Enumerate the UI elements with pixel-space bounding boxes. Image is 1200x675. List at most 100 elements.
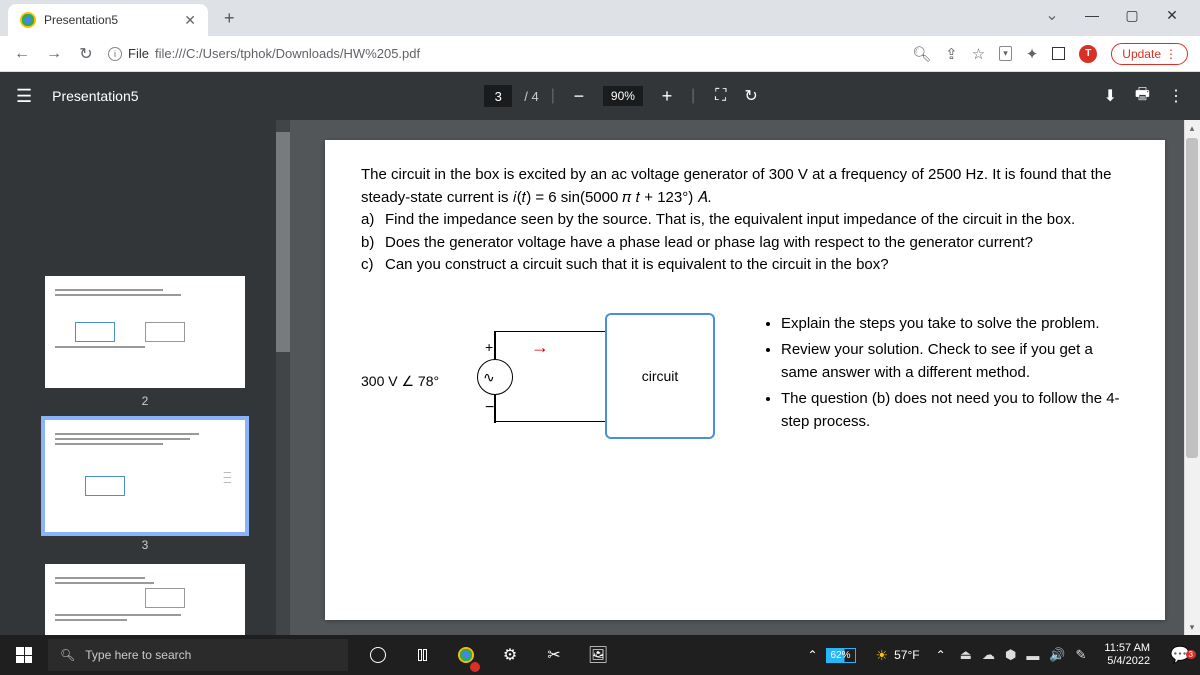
url-bar[interactable]: i File file:///C:/Users/tphok/Downloads/… xyxy=(108,46,900,61)
page-total-label: / 4 xyxy=(524,89,538,104)
wire xyxy=(494,331,496,359)
taskbar-search[interactable]: 🔍︎ Type here to search xyxy=(48,639,348,671)
battery-tray-icon[interactable]: ▬ xyxy=(1026,648,1039,663)
clock-widget[interactable]: 11:57 AM 5/4/2022 xyxy=(1094,642,1160,668)
item-c-text: Can you construct a circuit such that it… xyxy=(385,254,889,277)
zoom-in-button[interactable]: + xyxy=(655,86,679,107)
forward-button[interactable]: → xyxy=(44,45,64,63)
current-arrow-icon: → xyxy=(531,337,549,358)
item-b-text: Does the generator voltage have a phase … xyxy=(385,232,1033,255)
toolbar-separator: | xyxy=(551,87,555,105)
chrome-favicon-icon xyxy=(20,12,36,28)
cloud-icon[interactable]: ☁ xyxy=(982,647,995,663)
browser-tab[interactable]: Presentation5 ✕ xyxy=(8,4,208,36)
chrome-taskbar-icon[interactable] xyxy=(446,635,486,675)
sun-icon: ☀ xyxy=(876,647,889,664)
fit-page-icon[interactable]: ⛶ xyxy=(715,87,726,105)
photos-taskbar-icon[interactable]: 🖼 xyxy=(578,635,618,675)
settings-taskbar-icon[interactable]: ⚙ xyxy=(490,635,530,675)
wire xyxy=(495,331,605,333)
thumbnail-panel: 1 2 ━━━━━━━━━ xyxy=(0,120,290,635)
pdf-document-title: Presentation5 xyxy=(52,88,138,104)
print-icon[interactable]: 🖶 xyxy=(1135,83,1150,110)
show-hidden-icons[interactable]: ⌃ xyxy=(799,648,825,662)
tab-close-icon[interactable]: ✕ xyxy=(184,12,196,29)
url-path: file:///C:/Users/tphok/Downloads/HW%205.… xyxy=(155,46,420,61)
snipping-tool-icon[interactable]: ✂ xyxy=(534,635,574,675)
wire xyxy=(495,421,605,423)
close-window-icon[interactable]: ✕ xyxy=(1152,0,1192,30)
page-scrollbar-thumb[interactable] xyxy=(1186,138,1198,458)
page-thumbnail[interactable] xyxy=(45,276,245,388)
polarity-minus: − xyxy=(485,399,494,417)
download-icon[interactable]: ⬇ xyxy=(1103,86,1116,106)
back-button[interactable]: ← xyxy=(12,45,32,63)
wire xyxy=(494,395,496,423)
maximize-icon[interactable]: ▢ xyxy=(1112,0,1152,30)
sine-wave-icon: ∿ xyxy=(483,369,495,386)
share-icon[interactable]: ⇪ xyxy=(945,45,958,63)
bookmark-icon[interactable]: ☆ xyxy=(972,45,985,63)
volume-icon[interactable]: 🔊 xyxy=(1049,647,1065,663)
site-info-icon[interactable]: i xyxy=(108,47,122,61)
onedrive-icon[interactable]: ⏏ xyxy=(960,647,972,663)
circuit-box: circuit xyxy=(605,313,715,439)
thumb-page-number: 2 xyxy=(142,394,149,408)
scrollbar-up-icon[interactable]: ▴ xyxy=(1184,120,1200,136)
problem-statement: The circuit in the box is excited by an … xyxy=(361,164,1129,277)
scrollbar-down-icon[interactable]: ▾ xyxy=(1184,619,1200,635)
update-button[interactable]: Update ⋮ xyxy=(1111,43,1188,65)
page-thumbnail[interactable] xyxy=(45,564,245,635)
zoom-out-button[interactable]: − xyxy=(567,86,591,107)
windows-logo-icon xyxy=(16,647,32,663)
sidebar-toggle-icon[interactable]: ☰ xyxy=(16,86,32,107)
thumbnail-scrollbar-thumb[interactable] xyxy=(276,132,290,352)
polarity-plus: + xyxy=(485,339,493,355)
page-thumbnail-active[interactable]: ━━━━━━━━━ xyxy=(45,420,245,532)
notifications-icon[interactable]: 💬3 xyxy=(1160,645,1200,665)
bullet-item: The question (b) does not need you to fo… xyxy=(781,388,1129,433)
tab-title: Presentation5 xyxy=(44,13,176,27)
more-actions-icon[interactable]: ⋮ xyxy=(1168,86,1184,106)
page-number-input[interactable] xyxy=(484,85,512,107)
search-icon: 🔍︎ xyxy=(60,648,75,662)
page-scroll-area[interactable]: The circuit in the box is excited by an … xyxy=(290,120,1200,635)
cortana-icon[interactable] xyxy=(358,635,398,675)
battery-indicator[interactable]: 62% xyxy=(826,648,856,663)
bullet-item: Explain the steps you take to solve the … xyxy=(781,313,1129,336)
intro-text: The circuit in the box is excited by an … xyxy=(361,164,1129,209)
reload-button[interactable]: ↻ xyxy=(76,44,96,64)
time-label: 11:57 AM xyxy=(1104,642,1150,655)
extensions-icon[interactable]: ✦ xyxy=(1026,45,1039,63)
profile-avatar[interactable]: T xyxy=(1079,45,1097,63)
date-label: 5/4/2022 xyxy=(1104,655,1150,668)
zoom-level[interactable]: 90% xyxy=(603,86,643,106)
security-icon[interactable]: ⬢ xyxy=(1005,647,1016,663)
start-button[interactable] xyxy=(0,635,48,675)
url-scheme: File xyxy=(128,46,149,61)
search-address-icon[interactable]: 🔍︎ xyxy=(912,45,931,63)
thumb-page-number: 3 xyxy=(142,538,149,552)
system-tray: ⏏ ☁ ⬢ ▬ 🔊 ✎ xyxy=(952,647,1095,663)
temperature-label: 57°F xyxy=(894,648,919,662)
windows-taskbar: 🔍︎ Type here to search ⚙ ✂ 🖼 ⌃ 62% ☀ 57°… xyxy=(0,635,1200,675)
new-tab-button[interactable]: + xyxy=(216,4,243,33)
tab-search-icon[interactable]: ⌄ xyxy=(1032,0,1072,30)
tray-chevron-icon[interactable]: ⌃ xyxy=(930,648,952,662)
task-view-icon[interactable] xyxy=(402,635,442,675)
item-a-text: Find the impedance seen by the source. T… xyxy=(385,209,1075,232)
toolbar-separator: | xyxy=(691,87,695,105)
item-a-label: a) xyxy=(361,209,385,232)
pdf-viewer: 1 2 ━━━━━━━━━ xyxy=(0,120,1200,635)
notification-count-badge: 3 xyxy=(1186,650,1196,659)
input-method-icon[interactable]: ✎ xyxy=(1076,647,1087,663)
rotate-icon[interactable]: ↻ xyxy=(744,86,757,106)
circuit-diagram: 300 V ∠ 78° ∿ + − → circuit xyxy=(361,313,721,453)
minimize-icon[interactable]: — xyxy=(1072,0,1112,30)
browser-title-bar: Presentation5 ✕ + ⌄ — ▢ ✕ xyxy=(0,0,1200,36)
pdf-toolbar: ☰ Presentation5 / 4 | − 90% + | ⛶ ↻ ⬇ 🖶 … xyxy=(0,72,1200,120)
reader-mode-icon[interactable]: ▾ xyxy=(999,46,1012,61)
extension-square-icon[interactable] xyxy=(1052,47,1065,60)
source-voltage-label: 300 V ∠ 78° xyxy=(361,373,439,390)
weather-widget[interactable]: ☀ 57°F xyxy=(866,647,930,664)
